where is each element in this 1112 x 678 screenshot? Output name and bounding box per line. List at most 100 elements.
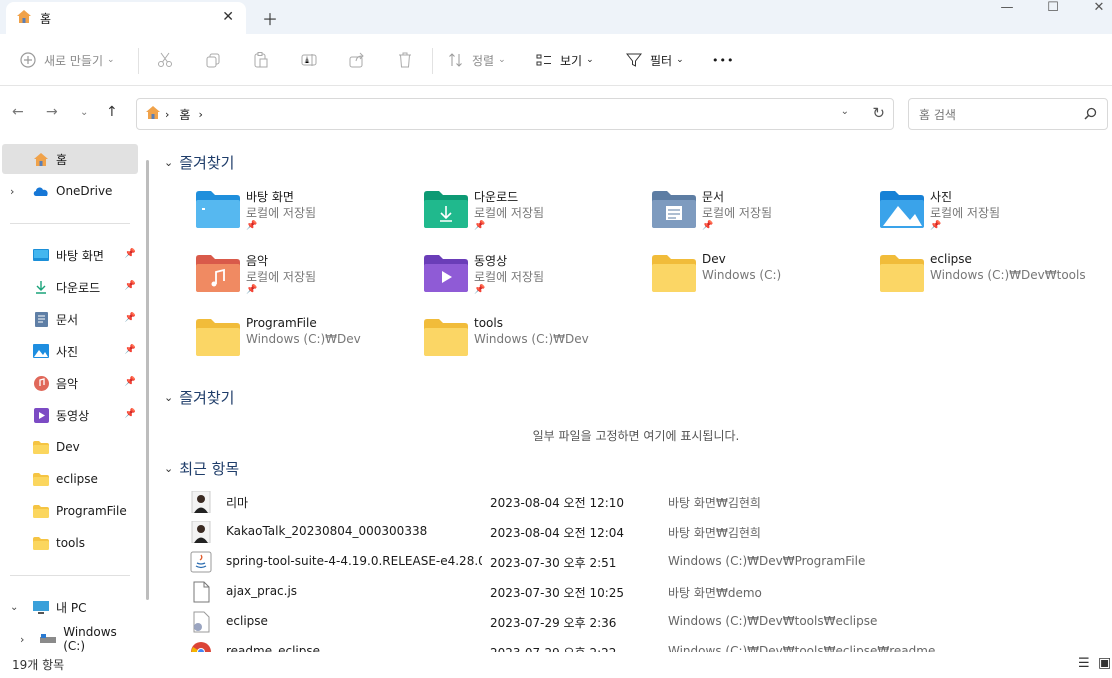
sidebar-item-drive-c[interactable]: › Windows (C:) (2, 624, 138, 652)
recent-locations-button[interactable]: ⌄ (80, 107, 88, 118)
chevron-right-icon[interactable]: › (198, 108, 202, 121)
quick-access-item[interactable]: ProgramFile Windows (C:)₩Dev (196, 312, 416, 368)
refresh-icon[interactable]: ↻ (872, 104, 885, 122)
chevron-right-icon[interactable]: › (10, 185, 24, 198)
sidebar-item-문서[interactable]: 문서 📌 (2, 304, 138, 334)
copy-button[interactable] (204, 34, 222, 86)
divider (432, 48, 433, 74)
chevron-down-icon: ⌄ (498, 55, 506, 65)
quick-access-item[interactable]: 문서 로컬에 저장됨 📌 (652, 184, 872, 240)
tab-title: 홈 (40, 11, 52, 26)
minimize-button[interactable]: — (984, 0, 1030, 18)
section-quick-access-header[interactable]: ⌄ 즐겨찾기 (164, 152, 234, 173)
chevron-down-icon: ⌄ (586, 55, 594, 65)
chevron-down-icon: ⌄ (676, 55, 684, 65)
recent-row[interactable]: ajax_prac.js 2023-07-30 오전 10:25 바탕 화면₩dem… (190, 577, 1090, 607)
sidebar-item-this-pc[interactable]: ⌄ 내 PC (2, 592, 138, 622)
filter-button[interactable]: 필터 ⌄ (626, 34, 684, 86)
sidebar-scrollbar[interactable] (146, 160, 149, 600)
search-placeholder: 홈 검색 (919, 107, 956, 122)
quick-access-item[interactable]: tools Windows (C:)₩Dev (424, 312, 644, 368)
recent-row[interactable]: 리마 2023-08-04 오전 12:10 바탕 화면₩김현희 (190, 487, 1090, 517)
close-tab-icon[interactable]: ✕ (222, 9, 234, 25)
cut-button[interactable] (156, 34, 174, 86)
view-button[interactable]: 보기 ⌄ (536, 34, 594, 86)
recent-row[interactable]: spring-tool-suite-4-4.19.0.RELEASE-e4.28… (190, 547, 1090, 577)
sidebar-item-음악[interactable]: 음악 📌 (2, 368, 138, 398)
item-name: Dev (702, 252, 726, 266)
item-location: Windows (C:) (702, 268, 782, 282)
filter-icon (626, 52, 642, 68)
more-options-button[interactable]: ••• (712, 34, 734, 86)
chevron-right-icon[interactable]: › (20, 633, 33, 646)
divider (10, 575, 130, 576)
address-dropdown-icon[interactable]: ⌄ (841, 106, 849, 117)
sidebar-item-다운로드[interactable]: 다운로드 📌 (2, 272, 138, 302)
recent-row[interactable]: eclipse 2023-07-29 오후 2:36 Windows (C:)₩De… (190, 607, 1090, 637)
forward-button[interactable]: → (46, 104, 58, 120)
item-location: Windows (C:)₩Dev₩tools (930, 268, 1086, 282)
divider (10, 223, 130, 224)
quick-access-item[interactable]: Dev Windows (C:) (652, 248, 872, 304)
tiles-view-icon[interactable]: ▣ (1098, 655, 1111, 671)
section-recent-header[interactable]: ⌄ 최근 항목 (164, 458, 239, 479)
sort-button[interactable]: 정렬 ⌄ (448, 34, 506, 86)
maximize-button[interactable]: ☐ (1030, 0, 1076, 18)
search-input[interactable]: 홈 검색 (908, 98, 1108, 130)
pin-icon: 📌 (124, 345, 136, 355)
chevron-down-icon[interactable]: ⌄ (10, 602, 24, 613)
delete-button[interactable] (396, 34, 414, 86)
view-label: 보기 (560, 53, 583, 68)
music-folder-icon (196, 254, 240, 292)
up-button[interactable]: ↑ (106, 104, 118, 120)
sidebar-item-dev[interactable]: Dev (2, 432, 138, 462)
pin-icon: 📌 (702, 221, 714, 231)
back-button[interactable]: ← (12, 104, 24, 120)
sidebar-item-동영상[interactable]: 동영상 📌 (2, 400, 138, 430)
chrome-icon (190, 641, 214, 652)
quick-access-item[interactable]: 사진 로컬에 저장됨 📌 (880, 184, 1100, 240)
folder-icon (32, 440, 50, 454)
sidebar-item-바탕-화면[interactable]: 바탕 화면 📌 (2, 240, 138, 270)
file-name: ajax_prac.js (226, 584, 298, 598)
sidebar-item-onedrive[interactable]: › OneDrive (2, 176, 138, 206)
quick-access-item[interactable]: 바탕 화면 로컬에 저장됨 📌 (196, 184, 416, 240)
quick-access-item[interactable]: 동영상 로컬에 저장됨 📌 (424, 248, 644, 304)
drive-icon (39, 632, 57, 646)
paste-button[interactable] (252, 34, 270, 86)
filter-label: 필터 (650, 53, 673, 68)
add-icon (20, 52, 36, 68)
documents-icon (32, 311, 50, 327)
new-button[interactable]: 새로 만들기 ⌄ (20, 34, 115, 86)
file-location: 바탕 화면₩김현희 (668, 496, 761, 510)
address-bar[interactable]: › 홈 › ⌄ ↻ (136, 98, 894, 130)
sidebar-item-tools[interactable]: tools (2, 528, 138, 558)
quick-access-item[interactable]: 음악 로컬에 저장됨 📌 (196, 248, 416, 304)
eclipse-file-icon (190, 611, 214, 633)
sidebar-item-사진[interactable]: 사진 📌 (2, 336, 138, 366)
sidebar-item-label: eclipse (56, 472, 98, 486)
sidebar-item-eclipse[interactable]: eclipse (2, 464, 138, 494)
folder-icon (32, 472, 50, 486)
quick-access-item[interactable]: eclipse Windows (C:)₩Dev₩tools (880, 248, 1100, 304)
quick-access-item[interactable]: 다운로드 로컬에 저장됨 📌 (424, 184, 644, 240)
tab-home[interactable]: 홈 ✕ (6, 2, 246, 34)
breadcrumb-home[interactable]: 홈 (179, 106, 190, 123)
rename-button[interactable] (300, 34, 318, 86)
pin-icon: 📌 (246, 221, 258, 231)
sidebar-item-home[interactable]: 홈 (2, 144, 138, 174)
file-date: 2023-07-30 오후 2:51 (490, 556, 617, 570)
chevron-down-icon: ⌄ (164, 462, 174, 475)
pin-icon: 📌 (124, 313, 136, 323)
section-favorites-header[interactable]: ⌄ 즐겨찾기 (164, 387, 234, 408)
navigation-pane: 홈 › OneDrive 바탕 화면 📌 다운로드 📌 문서 📌 사진 📌 음악 📌 동영상 📌 Dev… (0, 140, 150, 652)
share-button[interactable] (348, 34, 366, 86)
close-window-button[interactable]: ✕ (1076, 0, 1112, 18)
sidebar-item-programfile[interactable]: ProgramFile (2, 496, 138, 526)
file-location: Windows (C:)₩Dev₩tools₩eclipse (668, 614, 878, 628)
recent-row[interactable]: KakaoTalk_20230804_000300338 2023-08-04 오… (190, 517, 1090, 547)
recent-row[interactable]: readme_eclipse 2023-07-29 오후 2:22 Windows … (190, 637, 1090, 652)
details-view-icon[interactable]: ☰ (1078, 656, 1090, 671)
new-tab-button[interactable]: ＋ (262, 6, 278, 30)
item-name: eclipse (930, 252, 972, 266)
